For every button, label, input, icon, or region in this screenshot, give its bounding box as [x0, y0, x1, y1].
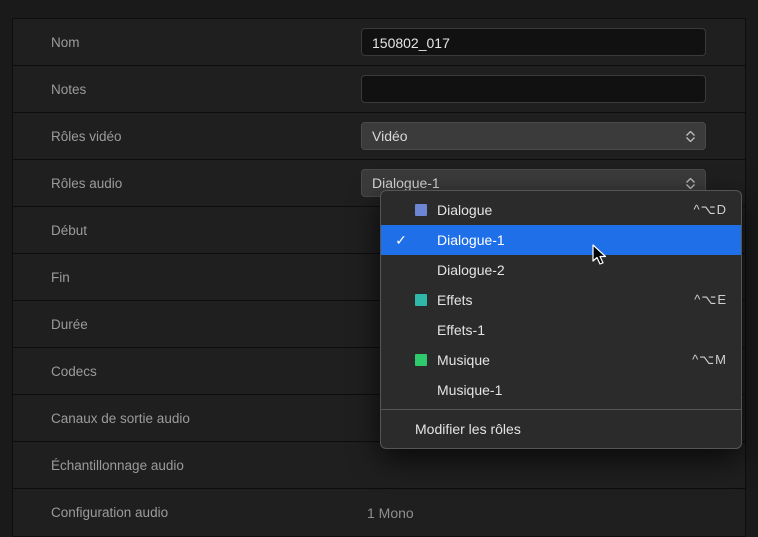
audio-config-value: 1 Mono — [361, 505, 414, 521]
row-audio-config: Configuration audio 1 Mono — [13, 489, 745, 536]
label-audio-sampling: Échantillonnage audio — [51, 458, 361, 473]
menu-item-dialogue-1[interactable]: ✓ Dialogue-1 — [381, 225, 741, 255]
video-roles-dropdown[interactable]: Vidéo — [361, 122, 706, 150]
menu-separator — [381, 409, 741, 410]
notes-input[interactable] — [361, 75, 706, 103]
menu-item-label: Effets-1 — [437, 322, 727, 338]
menu-item-label: Musique — [437, 352, 692, 368]
menu-item-effets-1[interactable]: Effets-1 — [381, 315, 741, 345]
row-notes: Notes — [13, 66, 745, 113]
menu-item-edit-roles[interactable]: Modifier les rôles — [381, 414, 741, 444]
chevron-updown-icon — [686, 178, 695, 189]
label-end: Fin — [51, 270, 361, 285]
menu-item-label: Modifier les rôles — [415, 421, 727, 437]
audio-roles-menu: Dialogue^⌥D✓Dialogue-1Dialogue-2Effets^⌥… — [380, 190, 742, 449]
label-audio-out-channels: Canaux de sortie audio — [51, 411, 361, 426]
menu-item-label: Dialogue-1 — [437, 232, 727, 248]
color-swatch-icon — [415, 204, 427, 216]
menu-item-label: Dialogue — [437, 202, 694, 218]
video-roles-value: Vidéo — [372, 128, 408, 144]
label-name: Nom — [51, 35, 361, 50]
label-video-roles: Rôles vidéo — [51, 129, 361, 144]
menu-item-shortcut: ^⌥E — [694, 292, 727, 308]
label-duration: Durée — [51, 317, 361, 332]
menu-item-dialogue-2[interactable]: Dialogue-2 — [381, 255, 741, 285]
label-audio-config: Configuration audio — [51, 505, 361, 520]
menu-item-effets[interactable]: Effets^⌥E — [381, 285, 741, 315]
menu-item-shortcut: ^⌥D — [694, 202, 727, 218]
menu-item-musique[interactable]: Musique^⌥M — [381, 345, 741, 375]
menu-item-shortcut: ^⌥M — [692, 352, 727, 368]
menu-item-label: Musique-1 — [437, 382, 727, 398]
color-swatch-icon — [415, 354, 427, 366]
menu-item-dialogue[interactable]: Dialogue^⌥D — [381, 195, 741, 225]
label-notes: Notes — [51, 82, 361, 97]
checkmark-icon: ✓ — [391, 232, 411, 249]
menu-item-label: Effets — [437, 292, 694, 308]
label-start: Début — [51, 223, 361, 238]
row-audio-sampling: Échantillonnage audio — [13, 442, 745, 489]
row-name: Nom 150802_017 — [13, 19, 745, 66]
menu-item-musique-1[interactable]: Musique-1 — [381, 375, 741, 405]
label-codecs: Codecs — [51, 364, 361, 379]
row-video-roles: Rôles vidéo Vidéo — [13, 113, 745, 160]
menu-item-label: Dialogue-2 — [437, 262, 727, 278]
color-swatch-icon — [415, 294, 427, 306]
audio-roles-value: Dialogue-1 — [372, 175, 440, 191]
name-input[interactable]: 150802_017 — [361, 28, 706, 56]
chevron-updown-icon — [686, 131, 695, 142]
label-audio-roles: Rôles audio — [51, 176, 361, 191]
